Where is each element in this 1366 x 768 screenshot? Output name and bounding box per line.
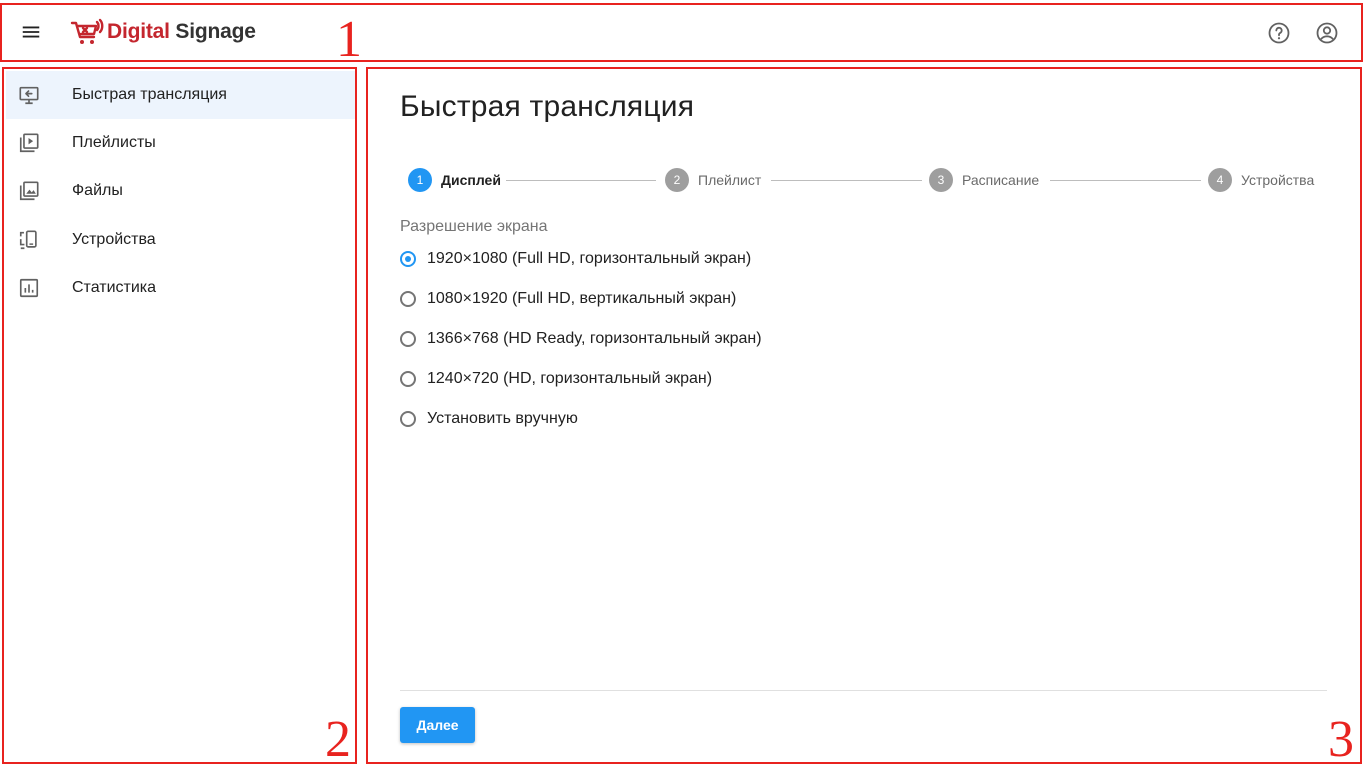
annotation-frame-main — [366, 67, 1362, 764]
annotation-frame-header — [0, 3, 1363, 62]
annotation-number-2: 2 — [325, 711, 351, 768]
annotation-number-3: 3 — [1328, 711, 1354, 768]
annotation-number-1: 1 — [336, 11, 362, 68]
annotation-frame-sidebar — [2, 67, 357, 764]
